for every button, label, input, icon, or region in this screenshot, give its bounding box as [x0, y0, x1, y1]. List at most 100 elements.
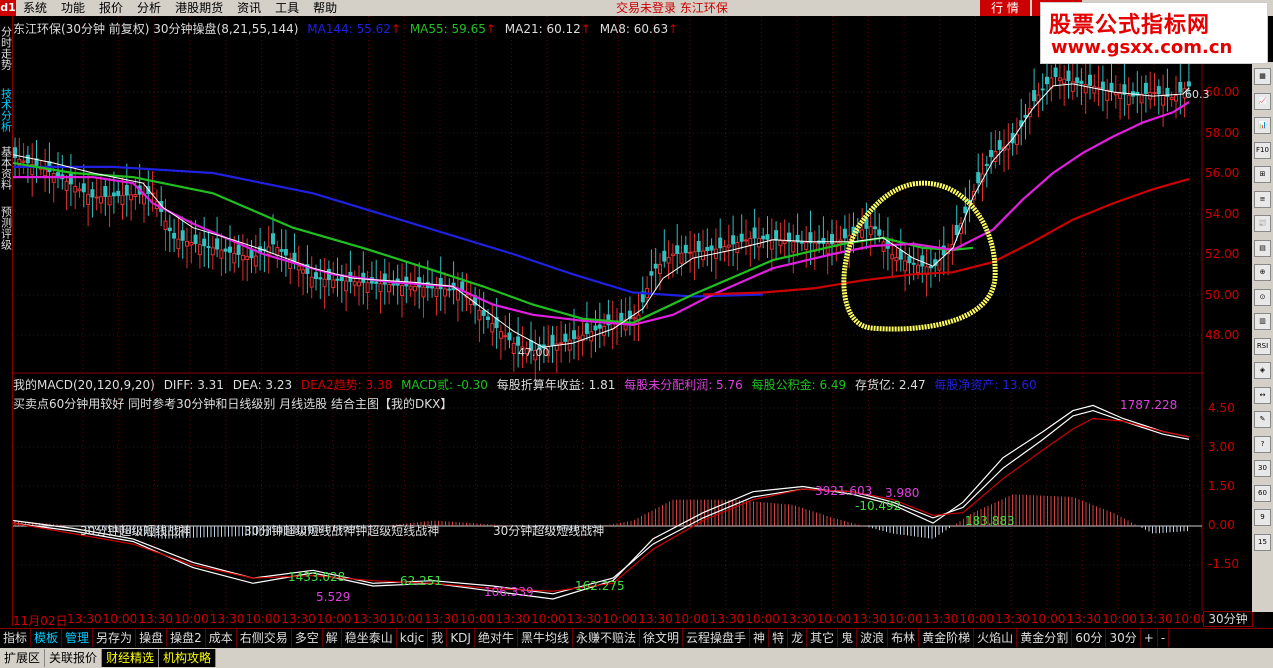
menu-function[interactable]: 功能 [54, 0, 92, 16]
toolbar-button[interactable]: 📈 [1254, 92, 1271, 110]
toolbar-button[interactable]: ≡ [1254, 190, 1271, 208]
indicator-tab[interactable]: 徐文明 [640, 629, 684, 647]
indicator-tab[interactable]: 永赚不赔法 [573, 629, 641, 647]
indicator-tab[interactable]: 神 [750, 629, 770, 647]
candle-body [228, 246, 232, 253]
indicator-tab[interactable]: 解 [323, 629, 342, 647]
indicator-tab[interactable]: 稳坐泰山 [342, 629, 397, 647]
candle-body [344, 280, 349, 292]
macd-title: 我的MACD(20,120,9,20) [13, 378, 155, 392]
toolbar-button[interactable]: RSI [1254, 337, 1271, 355]
time-tick: 10:00 [531, 612, 566, 626]
toolbar-button[interactable]: 📊 [1254, 117, 1271, 134]
indicator-tab[interactable]: KDJ [447, 629, 475, 647]
menu-system[interactable]: 系统 [16, 0, 54, 16]
menu-analysis[interactable]: 分析 [130, 0, 168, 16]
menu-help[interactable]: 帮助 [306, 0, 344, 16]
app-icon[interactable]: d1 [0, 0, 16, 16]
menu-hk-futures[interactable]: 港股期货 [168, 0, 230, 16]
toolbar-button[interactable]: ▤ [1254, 239, 1271, 257]
candle-body [116, 190, 121, 197]
time-tick: 13:30 [638, 612, 673, 626]
candle-body [1040, 88, 1045, 91]
toolbar-button[interactable]: ✎ [1254, 411, 1271, 428]
toolbar-button[interactable]: ⊞ [1254, 166, 1271, 183]
candle-body [903, 260, 908, 272]
chart-canvas[interactable] [13, 16, 1203, 611]
candle-body [133, 193, 138, 197]
indicator-tab[interactable]: - [1158, 629, 1170, 647]
price-tick: 56.00 [1205, 166, 1240, 180]
toolbar-button[interactable]: ⊕ [1254, 264, 1271, 281]
time-tick: 13:30 [709, 612, 745, 626]
candle-body [391, 283, 396, 286]
indicator-tab[interactable]: + [1141, 629, 1158, 647]
indicator-tab[interactable]: 布林 [888, 629, 920, 647]
time-tick: 10:00 [1030, 612, 1066, 626]
candle-body [821, 237, 826, 244]
indicator-tab[interactable]: 管理 [62, 629, 94, 647]
indicator-tab[interactable]: 指标 [0, 629, 32, 647]
indicator-tab[interactable]: 30分 [1106, 629, 1141, 647]
capital-reserve: 每股公积金: 6.49 [751, 378, 847, 392]
tab-technical[interactable]: 技术分析 [0, 88, 13, 134]
indicator-tab[interactable]: 绝对牛 [475, 629, 518, 647]
menu-news[interactable]: 资讯 [230, 0, 268, 16]
toolbar-button[interactable]: 📰 [1254, 215, 1271, 232]
toolbar-button[interactable]: F10 [1254, 141, 1271, 159]
indicator-tab[interactable]: 右侧交易 [237, 629, 292, 647]
menu-tools[interactable]: 工具 [268, 0, 306, 16]
indicator-tab[interactable]: 鬼 [838, 629, 858, 647]
indicator-tab[interactable]: kdjc [397, 629, 429, 647]
indicator-tab[interactable]: 另存为 [93, 629, 137, 647]
toolbar-button[interactable]: 15 [1254, 533, 1271, 551]
trade-status: 交易未登录 东江环保 [616, 1, 728, 15]
indicator-tab[interactable]: 云程操盘手 [683, 629, 751, 647]
tab-timeshare[interactable]: 分时走势 [0, 26, 13, 72]
time-axis: 11月02日 13:30 10:00 13:30 10:00 13:30 10:00 13:3… [13, 611, 1236, 628]
indicator-tab[interactable]: 60分 [1072, 629, 1107, 647]
indicator-tab[interactable]: 特 [769, 629, 789, 647]
indicator-tab[interactable]: 黑牛均线 [518, 629, 573, 647]
toolbar-button[interactable]: 60 [1254, 484, 1271, 502]
toolbar-button[interactable]: 9 [1254, 509, 1271, 526]
indicator-tab[interactable]: 龙 [788, 629, 808, 647]
toolbar-button[interactable]: ⊙ [1254, 288, 1271, 306]
toolbar-button[interactable]: ◈ [1254, 362, 1271, 379]
footer-tab-extension[interactable]: 扩展区 [0, 649, 46, 667]
tab-fundamentals[interactable]: 基本资料 [0, 146, 13, 192]
indicator-tab[interactable]: 其它 [807, 629, 839, 647]
period-selector[interactable]: 30分钟 [1203, 611, 1253, 627]
candle-body [486, 316, 490, 320]
candle-body [99, 196, 103, 204]
candle-body [1062, 78, 1067, 85]
candle-body [68, 173, 73, 185]
indicator-tab[interactable]: 操盘2 [167, 629, 206, 647]
toolbar-button[interactable]: ? [1254, 435, 1271, 453]
indicator-tab[interactable]: 波浪 [857, 629, 889, 647]
indicator-tab[interactable]: 模板 [31, 629, 63, 647]
toolbar-button[interactable]: 30 [1254, 460, 1271, 477]
menu-quote[interactable]: 报价 [92, 0, 130, 16]
toolbar-button[interactable]: ▥ [1254, 313, 1271, 330]
footer-tab-finance-picks[interactable]: 财经精选 [102, 649, 160, 667]
candle-body [111, 192, 116, 197]
candle-body [189, 241, 194, 246]
indicator-tab[interactable]: 黄金阶梯 [919, 629, 975, 647]
tab-forecast[interactable]: 预测评级 [0, 206, 13, 252]
quote-button[interactable]: 行 情 [980, 0, 1030, 16]
indicator-tab[interactable]: 成本 [206, 629, 237, 647]
undistributed-profit: 每股未分配利润: 5.76 [624, 378, 743, 392]
footer-tab-related-quote[interactable]: 关联报价 [45, 649, 103, 667]
indicator-tab[interactable]: 我 [428, 629, 448, 647]
indicator-tab[interactable]: 多空 [292, 629, 323, 647]
toolbar-button[interactable]: ▦ [1254, 68, 1271, 85]
indicator-tab[interactable]: 火焰山 [974, 629, 1018, 647]
indicator-tab[interactable]: 操盘 [136, 629, 168, 647]
candle-body [1083, 83, 1088, 94]
indicator-tab-bar: 指标 模板 管理 另存为 操盘 操盘2 成本 右侧交易 多空解稳坐泰山 kdjc 我 KDJ 绝对牛 黑牛… [0, 628, 1273, 647]
indicator-tab[interactable]: 黄金分割 [1017, 629, 1073, 647]
candle-body [576, 336, 581, 340]
footer-tab-institution[interactable]: 机构攻略 [159, 649, 217, 667]
toolbar-button[interactable]: ↔ [1254, 386, 1271, 404]
